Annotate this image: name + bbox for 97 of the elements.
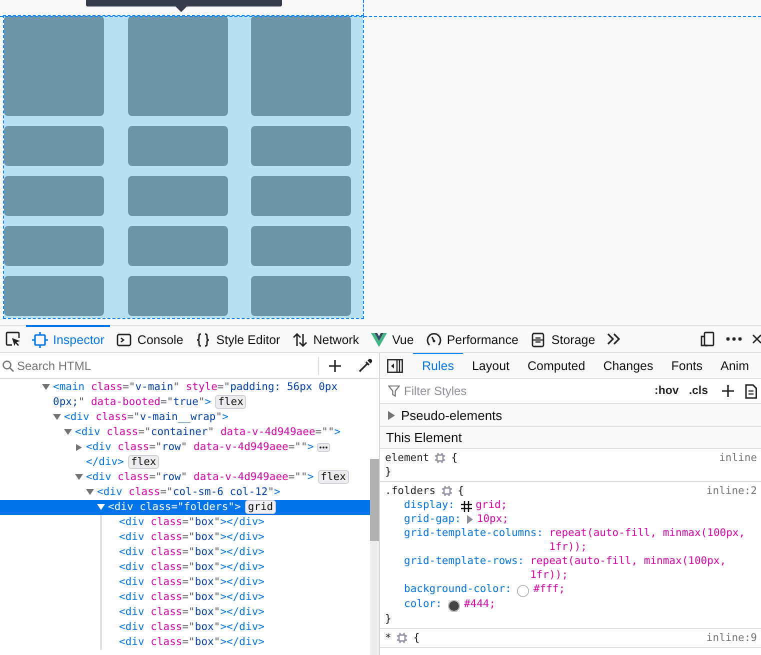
markup-tag[interactable]: <div class="container" data-v-4d949aee=""> [75,426,341,438]
section-header[interactable]: Pseudo-elements [401,408,502,422]
toolbar-tab[interactable]: Style Editor [189,325,286,352]
collapsed-arrow-icon[interactable] [466,515,473,524]
toggle-button[interactable]: :hov [652,385,682,397]
markup-tag[interactable]: <div class="box"></div> [119,561,264,573]
display-badge[interactable]: flex [215,395,246,409]
up-down-arrows-icon [292,332,308,348]
expanded-arrow-icon[interactable] [75,474,83,481]
property-value[interactable]: repeat(auto-fill, minmax(100px, 1fr)); [549,526,757,554]
vue-logo-icon [371,332,388,348]
rule-source[interactable]: inline:2 [706,484,757,498]
markup-tag[interactable]: <div class="box"></div> [119,576,264,588]
toolbar-tab[interactable]: Console [110,325,190,352]
scrollbar[interactable] [370,459,379,655]
highlight-selector-icon[interactable] [440,485,453,497]
rule-selector[interactable]: * [385,631,392,645]
property-value[interactable]: repeat(auto-fill, minmax(100px, 1fr)); [530,554,757,582]
add-icon[interactable] [721,384,735,398]
markup-tag[interactable]: <div class="v-main__wrap"> [64,411,228,423]
pick-element-icon[interactable] [5,331,21,347]
property-name[interactable]: grid-template-rows: [404,554,524,568]
toolbar-tab[interactable]: Network [286,325,366,352]
filter-icon [388,385,400,397]
expanded-arrow-icon[interactable] [86,489,94,496]
property-name[interactable]: grid-gap: [404,512,461,526]
property-name[interactable]: display: [404,498,455,512]
property-value[interactable]: #fff; [533,582,566,596]
toolbar-tab[interactable]: Performance [420,325,524,352]
brace: { [451,451,458,465]
brace: { [413,631,420,645]
markup-tag[interactable]: <div class="box"></div> [119,591,264,603]
sidebar-tab[interactable]: Fonts [662,353,712,378]
storage-icon [530,332,546,348]
rule-selector[interactable]: .folders [385,484,436,498]
filter-field[interactable]: Filter Styles [404,384,648,398]
sidebar-tab[interactable]: Layout [462,353,518,378]
collapsed-arrow-icon[interactable] [75,444,83,451]
property-name[interactable]: color: [404,597,442,611]
sidebar-tab[interactable]: Computed [518,353,594,378]
sidebar-tab[interactable]: Changes [594,353,662,378]
add-icon[interactable] [328,358,342,372]
chevrons-icon[interactable] [606,331,622,347]
expanded-arrow-icon[interactable] [53,414,61,421]
sidebar-tab[interactable]: Anim [712,353,758,378]
markup-tag[interactable]: </div> [86,456,124,468]
grid-icon[interactable] [460,501,472,512]
markup-tag[interactable]: <div class="box"></div> [119,636,264,648]
highlight-selector-icon[interactable] [396,632,408,644]
rule-selector[interactable]: element [385,451,430,465]
expanded-arrow-icon[interactable] [42,384,50,391]
responsive-design-icon[interactable] [699,331,715,347]
display-badge[interactable]: flex [128,455,160,469]
brace: } [385,465,392,479]
markup-tag[interactable]: <div class="box"></div> [119,531,264,543]
expanded-arrow-icon[interactable] [97,504,105,511]
rule-source[interactable]: inline:9 [706,631,757,645]
property-value[interactable]: #444; [464,597,496,611]
brace: { [458,484,464,498]
toolbar-tab[interactable]: Storage [524,325,602,352]
property-name[interactable]: background-color: [404,582,512,596]
collapsed-arrow-icon[interactable] [388,410,395,420]
markup-tag[interactable]: <div class="box"></div> [119,621,264,633]
console-icon [116,332,132,348]
markup-tag[interactable]: <div class="row" data-v-4d949aee=""> [86,441,314,453]
highlight-selector-icon[interactable] [434,452,446,464]
property-value[interactable]: grid; [476,498,508,512]
section-title: This Element [386,430,462,445]
inspector-icon [32,332,48,348]
markup-tag[interactable]: <div class="box"></div> [119,516,264,528]
sidebar-toggle-icon[interactable] [387,358,403,372]
property-name[interactable]: grid-template-columns: [404,526,544,540]
display-badge[interactable]: grid [244,500,276,514]
eyedropper-icon[interactable] [357,358,373,374]
gauge-icon [426,332,442,348]
more-icon[interactable] [316,442,330,452]
rule-source[interactable]: inline [719,451,757,465]
document-icon[interactable] [745,384,757,398]
markup-tag[interactable]: <div class="folders"> [108,501,241,513]
toggle-button[interactable]: .cls [686,385,711,397]
brace: } [385,612,392,626]
search-field[interactable]: Search HTML [17,356,309,376]
color-swatch-icon[interactable] [448,600,460,612]
color-swatch-icon[interactable] [517,585,530,597]
markup-tag[interactable]: <div class="box"></div> [119,546,264,558]
expanded-arrow-icon[interactable] [64,429,72,436]
property-value[interactable]: 10px; [476,512,509,526]
markup-tag[interactable]: <div class="col-sm-6 col-12"> [97,486,280,498]
braces-icon [195,332,212,348]
toolbar-tab[interactable]: Vue [365,325,420,352]
markup-tag[interactable]: <main class="v-main" style="padding: 56px 0px [53,381,338,393]
search-icon [2,360,14,372]
display-badge[interactable]: flex [318,470,349,484]
markup-tag[interactable]: <div class="box"></div> [119,606,264,618]
markup-tag[interactable]: <div class="row" data-v-4d949aee=""> [86,471,314,483]
sidebar-tab[interactable]: Rules [413,353,463,378]
markup-tag[interactable]: 0px;" data-booted="true"> [53,396,212,408]
